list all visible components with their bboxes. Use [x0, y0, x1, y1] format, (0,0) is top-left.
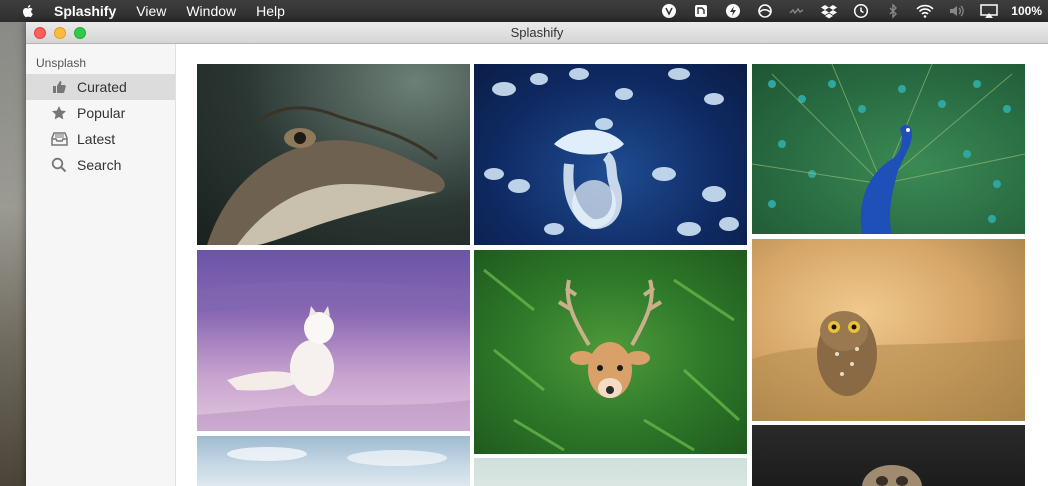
wifi-icon[interactable] — [916, 2, 934, 20]
inbox-icon — [50, 130, 68, 148]
dropbox-icon[interactable] — [820, 2, 838, 20]
photo-snowy-landscape[interactable] — [197, 436, 470, 486]
menu-app-name[interactable]: Splashify — [54, 3, 116, 19]
sidebar-item-label: Curated — [77, 79, 127, 95]
photo-deer[interactable] — [474, 250, 747, 454]
airplay-icon[interactable] — [980, 2, 999, 20]
thumbs-up-icon — [50, 78, 68, 96]
menu-bar: Splashify View Window Help 100% — [0, 0, 1048, 22]
sidebar-item-label: Search — [77, 157, 122, 173]
vpn-icon[interactable] — [660, 2, 678, 20]
apple-logo-icon[interactable] — [20, 3, 36, 19]
minimize-button[interactable] — [54, 27, 66, 39]
title-bar[interactable]: Splashify — [26, 22, 1048, 44]
activity-icon[interactable] — [788, 2, 806, 20]
window-title: Splashify — [510, 25, 564, 40]
menu-help[interactable]: Help — [256, 3, 285, 19]
battery-percent[interactable]: 100% — [1011, 4, 1042, 18]
search-icon — [50, 156, 68, 174]
star-icon — [50, 104, 68, 122]
sidebar-item-search[interactable]: Search — [26, 152, 175, 178]
menu-view[interactable]: View — [136, 3, 166, 19]
bluetooth-icon[interactable] — [884, 2, 902, 20]
menu-window[interactable]: Window — [186, 3, 236, 19]
photo-crocodile[interactable] — [197, 64, 470, 245]
sidebar-item-label: Latest — [77, 131, 116, 147]
window-controls — [34, 27, 94, 39]
photo-peacock[interactable] — [752, 64, 1025, 234]
sidebar-section-title: Unsplash — [36, 56, 87, 70]
close-button[interactable] — [34, 27, 46, 39]
sidebar-item-latest[interactable]: Latest — [26, 126, 175, 152]
volume-icon[interactable] — [948, 2, 966, 20]
sidebar-item-label: Popular — [77, 105, 126, 121]
zoom-button[interactable] — [74, 27, 86, 39]
photo-grid — [177, 44, 1048, 486]
time-machine-icon[interactable] — [852, 2, 870, 20]
status-area: 100% — [653, 0, 1048, 22]
photo-owl[interactable] — [752, 239, 1025, 421]
app-window: Splashify Unsplash Curated Popular Lates… — [26, 22, 1048, 486]
bolt-icon[interactable] — [724, 2, 742, 20]
clipboard-icon[interactable] — [692, 2, 710, 20]
sidebar-item-curated[interactable]: Curated — [26, 74, 175, 100]
sync-icon[interactable] — [756, 2, 774, 20]
sidebar: Unsplash Curated Popular Latest Search — [26, 44, 176, 486]
photo-arctic-fox[interactable] — [197, 250, 470, 431]
photo-pug[interactable] — [752, 425, 1025, 486]
sidebar-item-popular[interactable]: Popular — [26, 100, 175, 126]
photo-pale-landscape[interactable] — [474, 458, 747, 486]
photo-jellyfish[interactable] — [474, 64, 747, 245]
